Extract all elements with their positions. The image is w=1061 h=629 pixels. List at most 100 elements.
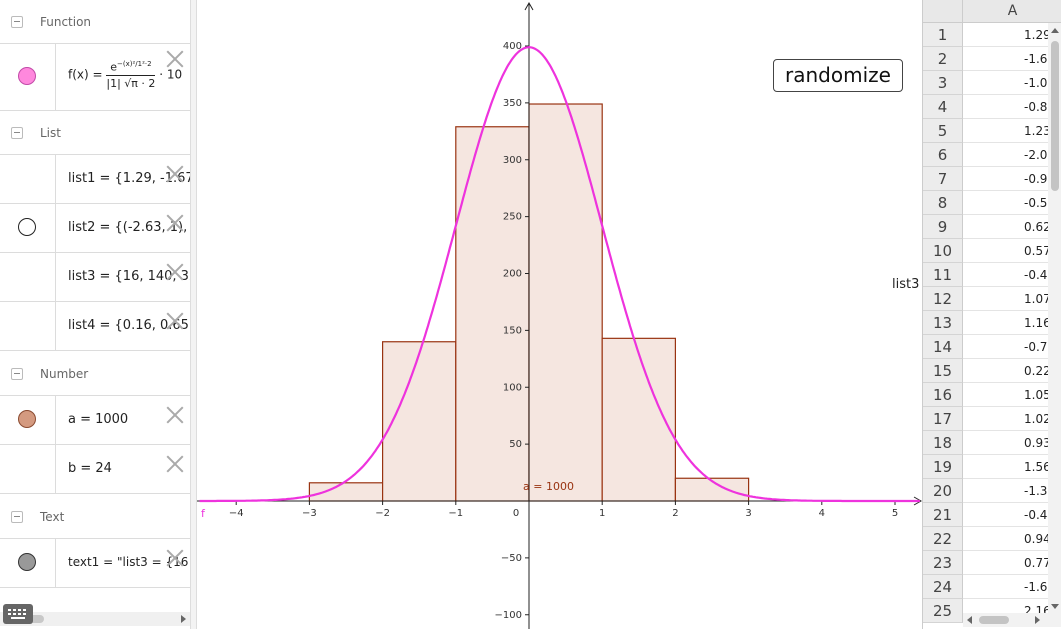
delete-icon[interactable] (166, 165, 184, 183)
list-row-list1[interactable]: list1 = {1.29, -1.67, (0, 155, 190, 204)
cell-a[interactable]: -1.67 (963, 47, 1048, 71)
graphics-view[interactable]: −4 −3 −2 −1 0 1 2 3 4 5 400 350 300 250 200 150 100 50 −50… (197, 0, 922, 629)
spreadsheet-horizontal-scrollbar[interactable] (963, 613, 1061, 627)
row-header[interactable]: 25 (923, 599, 963, 623)
spreadsheet-vertical-scrollbar[interactable] (1048, 23, 1061, 613)
delete-icon[interactable] (166, 263, 184, 281)
scroll-right-icon[interactable] (1035, 616, 1040, 624)
cell-a[interactable]: 0.62 (963, 215, 1048, 239)
cell-a[interactable]: -1.35 (963, 479, 1048, 503)
row-header[interactable]: 11 (923, 263, 963, 287)
cell-a[interactable]: -0.53 (963, 191, 1048, 215)
number-row-a[interactable]: a = 1000 (0, 396, 190, 445)
scroll-down-icon[interactable] (1051, 604, 1059, 609)
cell-a[interactable]: -0.44 (963, 503, 1048, 527)
scrollbar-thumb[interactable] (979, 616, 1009, 624)
visibility-marble-list2[interactable] (18, 218, 36, 236)
collapse-icon[interactable] (11, 127, 23, 139)
delete-icon[interactable] (166, 312, 184, 330)
scroll-up-icon[interactable] (1051, 28, 1059, 33)
cell-value: 1.07 (1024, 292, 1048, 306)
delete-icon[interactable] (166, 549, 184, 567)
row-header[interactable]: 15 (923, 359, 963, 383)
scrollbar-thumb[interactable] (1051, 41, 1059, 191)
collapse-icon[interactable] (11, 16, 23, 28)
cell-a[interactable]: -1.02 (963, 71, 1048, 95)
group-list[interactable]: List (0, 111, 190, 155)
list-row-list2[interactable]: list2 = {(-2.63, 1), (- (0, 204, 190, 253)
row-header[interactable]: 10 (923, 239, 963, 263)
spreadsheet-corner[interactable] (923, 0, 963, 23)
row-header[interactable]: 13 (923, 311, 963, 335)
row-header[interactable]: 14 (923, 335, 963, 359)
row-header[interactable]: 16 (923, 383, 963, 407)
cell-a[interactable]: 1.56 (963, 455, 1048, 479)
histogram-bar[interactable] (528, 103, 603, 502)
cell-a[interactable]: 0.57 (963, 239, 1048, 263)
row-header[interactable]: 17 (923, 407, 963, 431)
row-header[interactable]: 21 (923, 503, 963, 527)
row-header[interactable]: 6 (923, 143, 963, 167)
list-row-list3[interactable]: list3 = {16, 140, 329 (0, 253, 190, 302)
cell-a[interactable]: 0.22 (963, 359, 1048, 383)
delete-icon[interactable] (166, 50, 184, 68)
row-header[interactable]: 7 (923, 167, 963, 191)
row-header[interactable]: 18 (923, 431, 963, 455)
row-header[interactable]: 24 (923, 575, 963, 599)
cell-a[interactable]: 1.23 (963, 119, 1048, 143)
cell-a[interactable]: 1.16 (963, 311, 1048, 335)
row-header[interactable]: 22 (923, 527, 963, 551)
randomize-button[interactable]: randomize (773, 59, 903, 92)
delete-icon[interactable] (166, 406, 184, 424)
number-row-b[interactable]: b = 24 (0, 445, 190, 494)
cell-a[interactable]: -0.97 (963, 167, 1048, 191)
visibility-marble-a[interactable] (18, 410, 36, 428)
row-header[interactable]: 3 (923, 71, 963, 95)
visibility-marble-text1[interactable] (18, 553, 36, 571)
number-b-expression[interactable]: b = 24 (68, 461, 112, 476)
collapse-icon[interactable] (11, 511, 23, 523)
cell-a[interactable]: 0.93 (963, 431, 1048, 455)
row-header[interactable]: 1 (923, 23, 963, 47)
row-header[interactable]: 12 (923, 287, 963, 311)
spreadsheet-row: 230.77 (923, 551, 1061, 575)
cell-value: -0.44 (1024, 508, 1048, 522)
row-header[interactable]: 5 (923, 119, 963, 143)
keyboard-icon[interactable] (3, 604, 33, 624)
panel-divider[interactable] (190, 0, 197, 629)
cell-a[interactable]: 1.02 (963, 407, 1048, 431)
cell-a[interactable]: -2.01 (963, 143, 1048, 167)
row-header[interactable]: 2 (923, 47, 963, 71)
visibility-marble-f[interactable] (18, 67, 36, 85)
group-number[interactable]: Number (0, 352, 190, 396)
scroll-right-icon[interactable] (181, 615, 186, 623)
delete-icon[interactable] (166, 455, 184, 473)
function-row-f[interactable]: f(x) = e−(x)²/1²·2 |1| √π · 2 · 10 (0, 44, 190, 111)
row-header[interactable]: 20 (923, 479, 963, 503)
collapse-icon[interactable] (11, 368, 23, 380)
number-a-expression[interactable]: a = 1000 (68, 412, 128, 427)
cell-a[interactable]: 1.05 (963, 383, 1048, 407)
group-function[interactable]: Function (0, 0, 190, 44)
delete-icon[interactable] (166, 214, 184, 232)
group-text[interactable]: Text (0, 495, 190, 539)
row-header[interactable]: 4 (923, 95, 963, 119)
row-header[interactable]: 9 (923, 215, 963, 239)
cell-a[interactable]: 1.29 (963, 23, 1048, 47)
plot-canvas[interactable]: −4 −3 −2 −1 0 1 2 3 4 540035030025020015010050−50… (197, 0, 922, 629)
scroll-left-icon[interactable] (967, 616, 972, 624)
row-header[interactable]: 23 (923, 551, 963, 575)
column-header-a[interactable]: A (963, 0, 1061, 23)
cell-a[interactable]: -0.42 (963, 263, 1048, 287)
histogram-bar[interactable] (308, 482, 384, 502)
cell-a[interactable]: -0.79 (963, 335, 1048, 359)
cell-a[interactable]: -0.8 (963, 95, 1048, 119)
list-row-list4[interactable]: list4 = {0.16, 0.65, 0 (0, 302, 190, 351)
cell-a[interactable]: -1.69 (963, 575, 1048, 599)
cell-a[interactable]: 1.07 (963, 287, 1048, 311)
cell-a[interactable]: 0.94 (963, 527, 1048, 551)
text-row-text1[interactable]: text1 = "list3 = {16 (0, 539, 190, 588)
row-header[interactable]: 8 (923, 191, 963, 215)
row-header[interactable]: 19 (923, 455, 963, 479)
cell-a[interactable]: 0.77 (963, 551, 1048, 575)
